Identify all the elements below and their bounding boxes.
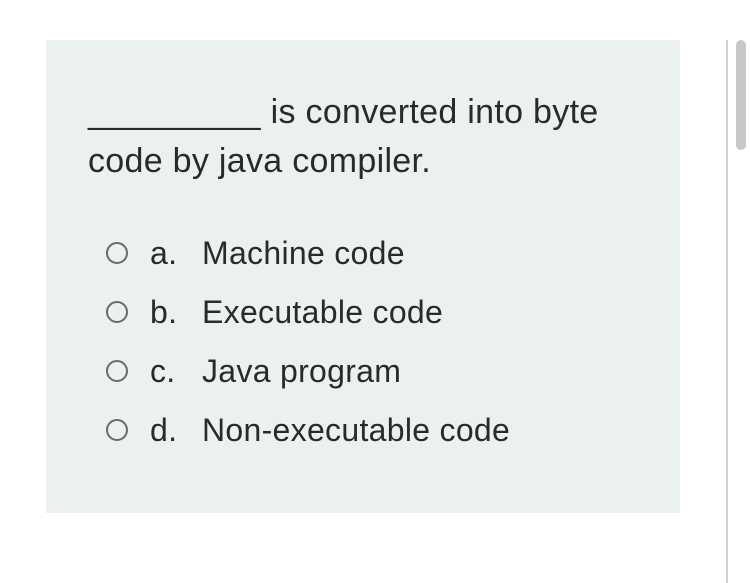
radio-icon	[106, 419, 128, 441]
option-b[interactable]: b. Executable code	[106, 294, 638, 331]
scrollbar-thumb[interactable]	[736, 40, 746, 150]
option-letter: d.	[150, 412, 202, 449]
question-card: _________ is converted into byte code by…	[46, 40, 680, 513]
option-letter: a.	[150, 235, 202, 272]
radio-icon	[106, 301, 128, 323]
content-wrapper: _________ is converted into byte code by…	[0, 40, 728, 583]
option-a[interactable]: a. Machine code	[106, 235, 638, 272]
option-text: Non-executable code	[202, 412, 510, 449]
option-text: Executable code	[202, 294, 443, 331]
option-d[interactable]: d. Non-executable code	[106, 412, 638, 449]
radio-icon	[106, 242, 128, 264]
scrollbar-track[interactable]	[730, 40, 750, 583]
option-letter: b.	[150, 294, 202, 331]
radio-icon	[106, 360, 128, 382]
options-list: a. Machine code b. Executable code c. Ja…	[88, 235, 638, 449]
option-c[interactable]: c. Java program	[106, 353, 638, 390]
option-letter: c.	[150, 353, 202, 390]
option-text: Machine code	[202, 235, 405, 272]
option-text: Java program	[202, 353, 401, 390]
question-text: _________ is converted into byte code by…	[88, 88, 638, 187]
